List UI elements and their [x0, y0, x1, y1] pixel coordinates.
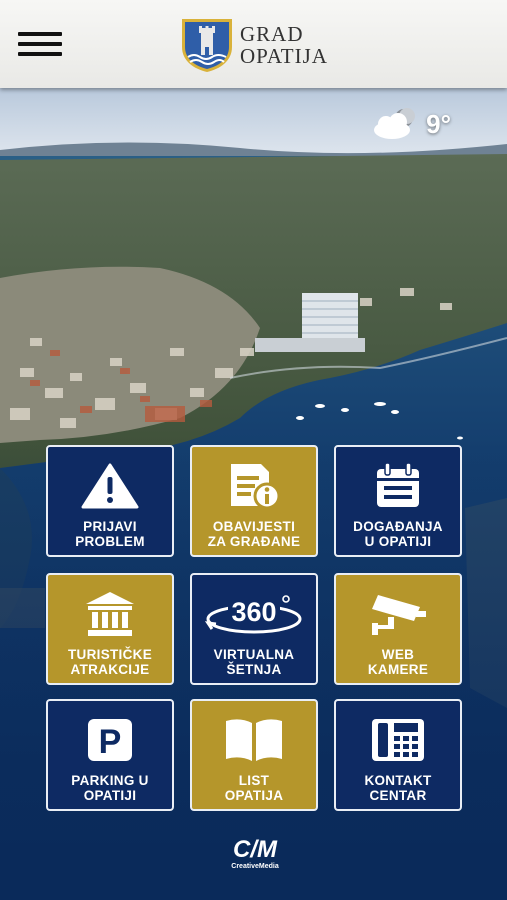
tile-prijavi-problem[interactable]: PRIJAVI PROBLEM — [46, 445, 174, 557]
tile-label-line2: U OPATIJI — [364, 534, 432, 549]
tile-label-line1: WEB — [381, 647, 415, 662]
creativemedia-logo-mark: C/M — [233, 836, 278, 863]
tile-label-line2: PROBLEM — [75, 534, 145, 549]
tile-label-line1: VIRTUALNA — [213, 647, 295, 662]
tile-label-line1: DOGAĐANJA — [353, 519, 443, 534]
tile-obavijesti-za-gradane[interactable]: OBAVIJESTI ZA GRAĐANE — [190, 445, 318, 557]
brand-line2: OPATIJA — [240, 44, 328, 68]
tile-label: PRIJAVI PROBLEM — [71, 519, 149, 549]
tile-dogadanja-u-opatiji[interactable]: DOGAĐANJA U OPATIJI — [334, 445, 462, 557]
museum-building-icon — [84, 589, 136, 639]
tile-label-line2: KAMERE — [367, 662, 429, 677]
tile-virtualna-setnja[interactable]: 360 VIRTUALNA ŠETNJA — [190, 573, 318, 685]
tile-kontakt-centar[interactable]: KONTAKT CENTAR — [334, 699, 462, 811]
tile-label-line1: PRIJAVI — [83, 519, 137, 534]
tile-list-opatija[interactable]: LIST OPATIJA — [190, 699, 318, 811]
menu-bar — [18, 32, 62, 36]
hamburger-menu-icon[interactable] — [18, 32, 64, 58]
document-info-icon — [225, 461, 283, 511]
tile-label-line2: ATRAKCIJE — [70, 662, 150, 677]
360-text: 360 — [231, 597, 276, 627]
tile-label: PARKING U OPATIJI — [67, 773, 152, 803]
temperature-value: 9° — [426, 108, 451, 139]
coat-of-arms-icon — [182, 19, 232, 72]
warning-triangle-icon — [81, 461, 139, 511]
tile-label-line1: KONTAKT — [364, 773, 432, 788]
tile-label-line2: OPATIJA — [224, 788, 284, 803]
tile-label-line1: OBAVIJESTI — [212, 519, 296, 534]
open-book-icon — [222, 715, 286, 765]
tile-label-line2: ŠETNJA — [226, 662, 282, 677]
tile-label-line2: CENTAR — [369, 788, 427, 803]
brand-line1: GRAD — [240, 22, 304, 46]
menu-bar — [18, 42, 62, 46]
tile-label-line2: ZA GRAĐANE — [207, 534, 301, 549]
tile-label: DOGAĐANJA U OPATIJI — [349, 519, 447, 549]
tile-label: TURISTIČKE ATRAKCIJE — [64, 647, 156, 677]
tile-label-line1: LIST — [238, 773, 270, 788]
360-view-icon: 360 — [204, 589, 304, 639]
brand-logo[interactable]: GRAD OPATIJA — [180, 16, 328, 74]
app-header: GRAD OPATIJA — [0, 0, 507, 88]
tile-label: WEB KAMERE — [364, 647, 432, 677]
menu-bar — [18, 52, 62, 56]
tile-label-line1: PARKING U — [71, 773, 149, 788]
parking-icon: P — [86, 715, 134, 765]
calendar-icon — [374, 461, 422, 511]
security-camera-icon — [368, 589, 428, 639]
tile-label-line2: OPATIJI — [83, 788, 137, 803]
brand-name: GRAD OPATIJA — [240, 23, 328, 67]
weather-widget[interactable]: 9° — [370, 108, 451, 140]
cloudy-moon-icon — [374, 108, 416, 139]
tile-turisticke-atrakcije[interactable]: TURISTIČKE ATRAKCIJE — [46, 573, 174, 685]
parking-letter: P — [99, 723, 122, 761]
creativemedia-logo[interactable]: C/M CreativeMedia — [225, 836, 285, 870]
tile-label: KONTAKT CENTAR — [360, 773, 435, 803]
phone-fax-icon — [370, 715, 426, 765]
logo-mark-text: C/M — [233, 836, 278, 860]
tile-web-kamere[interactable]: WEB KAMERE — [334, 573, 462, 685]
tile-parking-u-opatiji[interactable]: P PARKING U OPATIJI — [46, 699, 174, 811]
tile-label: VIRTUALNA ŠETNJA — [210, 647, 299, 677]
tile-label-line1: TURISTIČKE — [68, 647, 152, 662]
tile-label: OBAVIJESTI ZA GRAĐANE — [204, 519, 305, 549]
tile-label: LIST OPATIJA — [221, 773, 288, 803]
logo-subtext: CreativeMedia — [231, 863, 279, 870]
